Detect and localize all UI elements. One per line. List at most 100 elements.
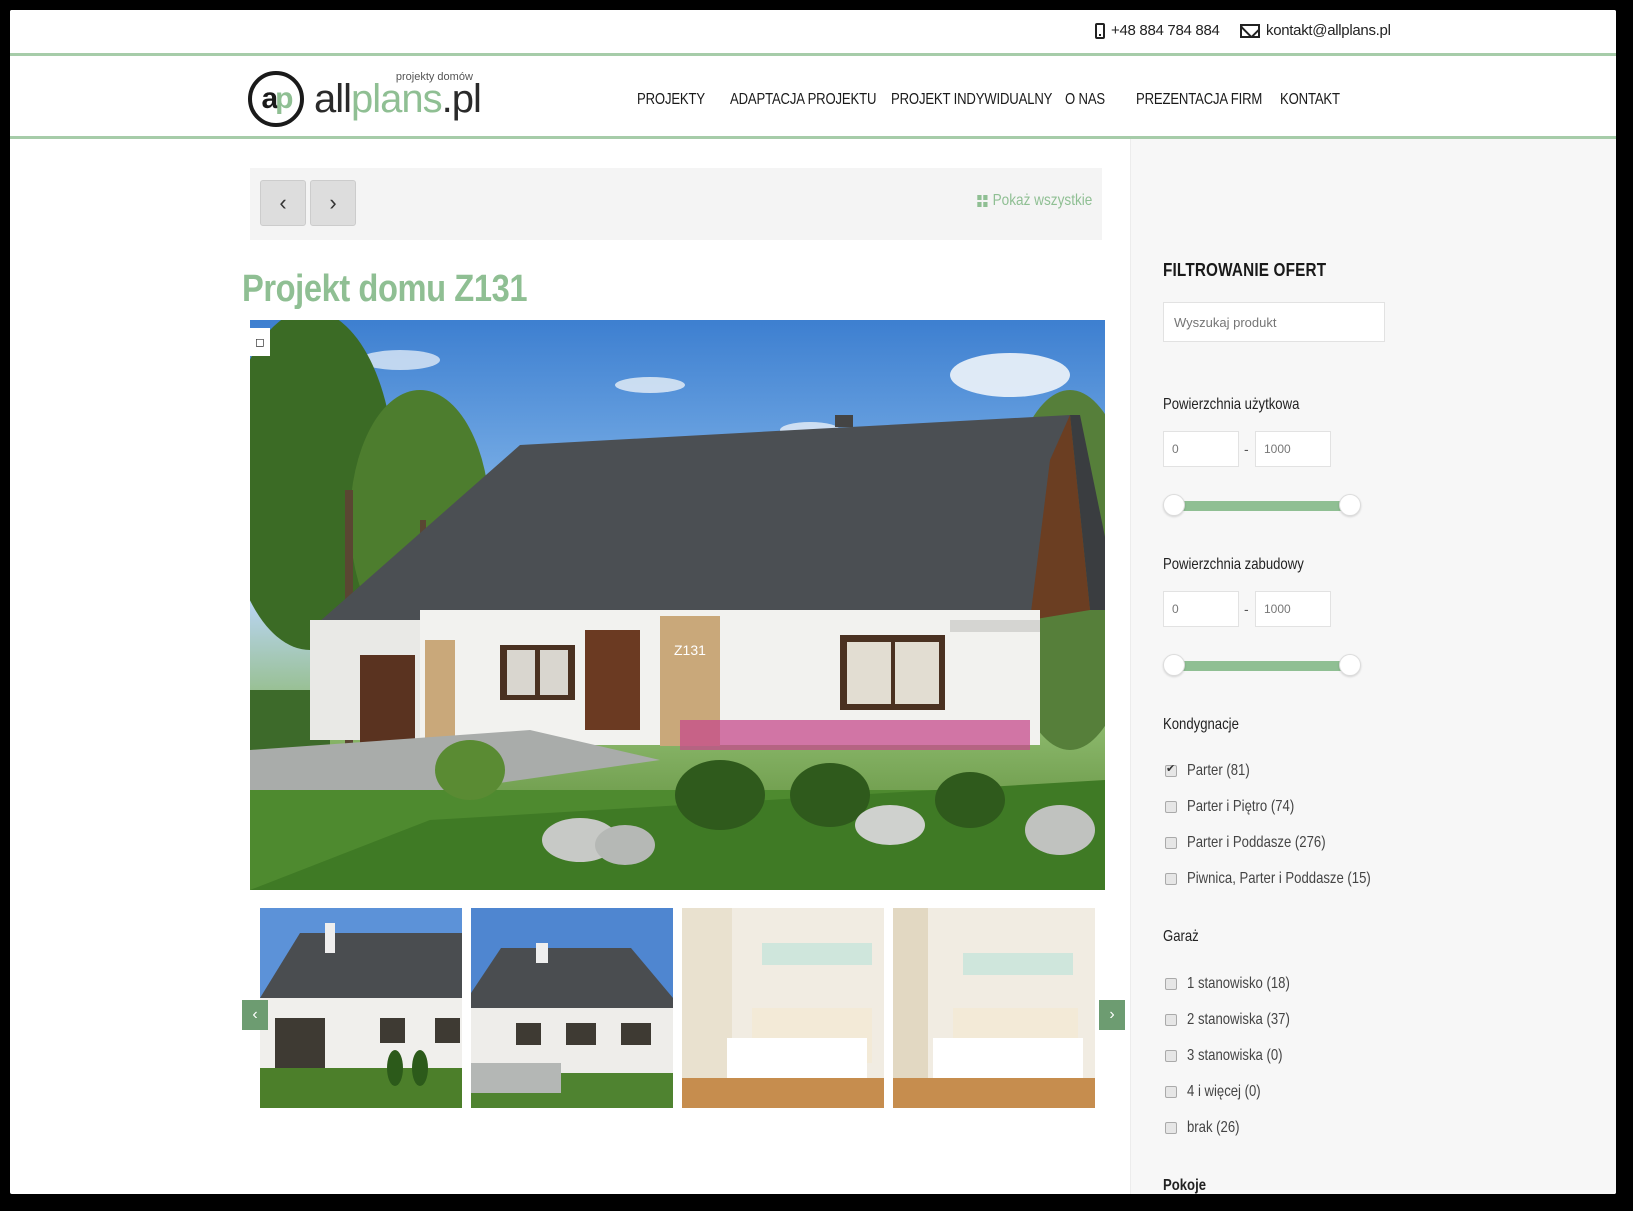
checkbox[interactable]: [1165, 1122, 1177, 1134]
checkbox[interactable]: [1165, 762, 1177, 777]
email-link[interactable]: kontakt@allplans.pl: [1240, 22, 1391, 39]
contact-bar: +48 884 784 884 kontakt@allplans.pl: [10, 10, 1616, 56]
usable-area-max-input[interactable]: 1000: [1255, 431, 1331, 467]
product-main-image[interactable]: Z131 ◻: [250, 320, 1105, 890]
product-pager: ‹ › Pokaż wszystkie: [250, 168, 1102, 240]
show-all-label: Pokaż wszystkie: [992, 192, 1092, 209]
nav-item-kontakt[interactable]: KONTAKT: [1280, 91, 1340, 109]
house-render-image: Z131: [250, 320, 1105, 890]
browser-frame: +48 884 784 884 kontakt@allplans.pl ap p…: [10, 10, 1616, 1194]
built-area-label: Powierzchnia zabudowy: [1163, 556, 1304, 573]
filter-sidebar: FILTROWANIE OFERT Powierzchnia użytkowa …: [1130, 139, 1616, 1194]
slider-max-handle[interactable]: [1339, 654, 1361, 676]
thumbnail-carousel: ‹ ›: [242, 908, 1125, 1118]
checkbox-label: Parter i Poddasze (276): [1187, 834, 1326, 851]
garage-option[interactable]: brak (26): [1165, 1119, 1251, 1137]
checkbox-label: brak (26): [1187, 1119, 1240, 1136]
email-address: kontakt@allplans.pl: [1266, 22, 1391, 39]
show-all-link[interactable]: Pokaż wszystkie: [976, 192, 1092, 210]
checkbox[interactable]: [1165, 1050, 1177, 1062]
site-header: ap projekty domów allplans.pl PROJEKTY A…: [10, 59, 1616, 139]
chevron-right-icon: ›: [329, 190, 337, 215]
logo-mark-p: p: [275, 82, 293, 115]
checkbox-label: 3 stanowiska (0): [1187, 1047, 1283, 1064]
logo[interactable]: ap projekty domów allplans.pl: [248, 69, 482, 129]
mail-icon: [1240, 23, 1260, 38]
nav-item-projekt-indywidualny[interactable]: PROJEKT INDYWIDUALNY: [891, 91, 1052, 109]
fullscreen-icon: ◻: [255, 335, 265, 349]
carousel-next-button[interactable]: ›: [1099, 1000, 1125, 1030]
garage-option[interactable]: 4 i więcej (0): [1165, 1083, 1277, 1101]
chevron-left-icon: ‹: [279, 190, 287, 215]
rooms-label: Pokoje: [1163, 1177, 1207, 1194]
product-search-input[interactable]: [1163, 302, 1385, 342]
built-area-min-input[interactable]: 0: [1163, 591, 1239, 627]
slider-track: [1173, 661, 1351, 671]
usable-area-min-input[interactable]: 0: [1163, 431, 1239, 467]
logo-tagline: projekty domów: [395, 70, 473, 83]
nav-item-o-nas[interactable]: O NAS: [1065, 91, 1105, 109]
garage-option[interactable]: 3 stanowiska (0): [1165, 1047, 1304, 1065]
slider-track: [1173, 501, 1351, 511]
garage-label: Garaż: [1163, 928, 1199, 945]
checkbox-label: Piwnica, Parter i Poddasze (15): [1187, 870, 1371, 887]
range-dash: -: [1244, 601, 1249, 617]
nav-item-adaptacja-projektu[interactable]: ADAPTACJA PROJEKTU: [730, 91, 876, 109]
checkbox[interactable]: [1165, 837, 1177, 849]
previous-product-button[interactable]: ‹: [260, 180, 306, 226]
thumbnail-image: [260, 908, 462, 1108]
grid-icon: [976, 195, 988, 207]
thumbnail-image: [471, 908, 673, 1108]
carousel-prev-button[interactable]: ‹: [242, 1000, 268, 1030]
checkbox[interactable]: [1165, 1086, 1177, 1098]
logo-mark-a: a: [261, 82, 278, 115]
floors-option[interactable]: Parter i Poddasze (276): [1165, 834, 1356, 852]
garage-option[interactable]: 2 stanowiska (37): [1165, 1011, 1312, 1029]
nav-item-prezentacja-firm[interactable]: PREZENTACJA FIRM: [1136, 91, 1262, 109]
checkbox-label: 4 i więcej (0): [1187, 1083, 1261, 1100]
slider-min-handle[interactable]: [1163, 494, 1185, 516]
phone-link[interactable]: +48 884 784 884: [1095, 22, 1220, 39]
logo-mark-icon: ap: [248, 71, 304, 127]
garage-option[interactable]: 1 stanowisko (18): [1165, 975, 1312, 993]
floors-label: Kondygnacje: [1163, 716, 1239, 733]
built-area-slider[interactable]: [1163, 654, 1361, 678]
checkbox[interactable]: [1165, 1014, 1177, 1026]
checkbox-label: 2 stanowiska (37): [1187, 1011, 1290, 1028]
checkbox[interactable]: [1165, 801, 1177, 813]
logo-wordmark: projekty domów allplans.pl: [314, 71, 482, 122]
checkbox-label: Parter i Piętro (74): [1187, 798, 1295, 815]
thumbnail-bedroom-1[interactable]: [682, 908, 884, 1108]
floors-option[interactable]: Parter (81): [1165, 762, 1263, 780]
thumbnail-bedroom-2[interactable]: [893, 908, 1095, 1108]
nav-item-projekty[interactable]: PROJEKTY: [637, 91, 705, 109]
checkbox-label: 1 stanowisko (18): [1187, 975, 1290, 992]
slider-min-handle[interactable]: [1163, 654, 1185, 676]
checkbox-label: Parter (81): [1187, 762, 1250, 779]
slider-max-handle[interactable]: [1339, 494, 1361, 516]
checkbox[interactable]: [1165, 978, 1177, 990]
chevron-left-icon: ‹: [252, 1006, 258, 1023]
floors-option[interactable]: Piwnica, Parter i Poddasze (15): [1165, 870, 1411, 888]
usable-area-label: Powierzchnia użytkowa: [1163, 396, 1300, 413]
house-number-sign: Z131: [674, 642, 706, 658]
phone-icon: [1095, 22, 1105, 39]
logo-word-plans: plans: [351, 76, 443, 121]
filter-heading: FILTROWANIE OFERT: [1163, 260, 1327, 280]
thumbnail-exterior-back[interactable]: [260, 908, 462, 1108]
chevron-right-icon: ›: [1109, 1006, 1115, 1023]
range-dash: -: [1244, 441, 1249, 457]
next-product-button[interactable]: ›: [310, 180, 356, 226]
thumbnail-exterior-side[interactable]: [471, 908, 673, 1108]
phone-number: +48 884 784 884: [1111, 22, 1220, 39]
built-area-max-input[interactable]: 1000: [1255, 591, 1331, 627]
thumbnail-image: [682, 908, 884, 1108]
floors-option[interactable]: Parter i Piętro (74): [1165, 798, 1318, 816]
logo-word-all: all: [314, 76, 352, 121]
usable-area-slider[interactable]: [1163, 494, 1361, 518]
fullscreen-button[interactable]: ◻: [250, 328, 270, 356]
checkbox[interactable]: [1165, 873, 1177, 885]
thumbnail-image: [893, 908, 1095, 1108]
page-title: Projekt domu Z131: [242, 268, 528, 310]
logo-word-pl: .pl: [441, 76, 482, 121]
